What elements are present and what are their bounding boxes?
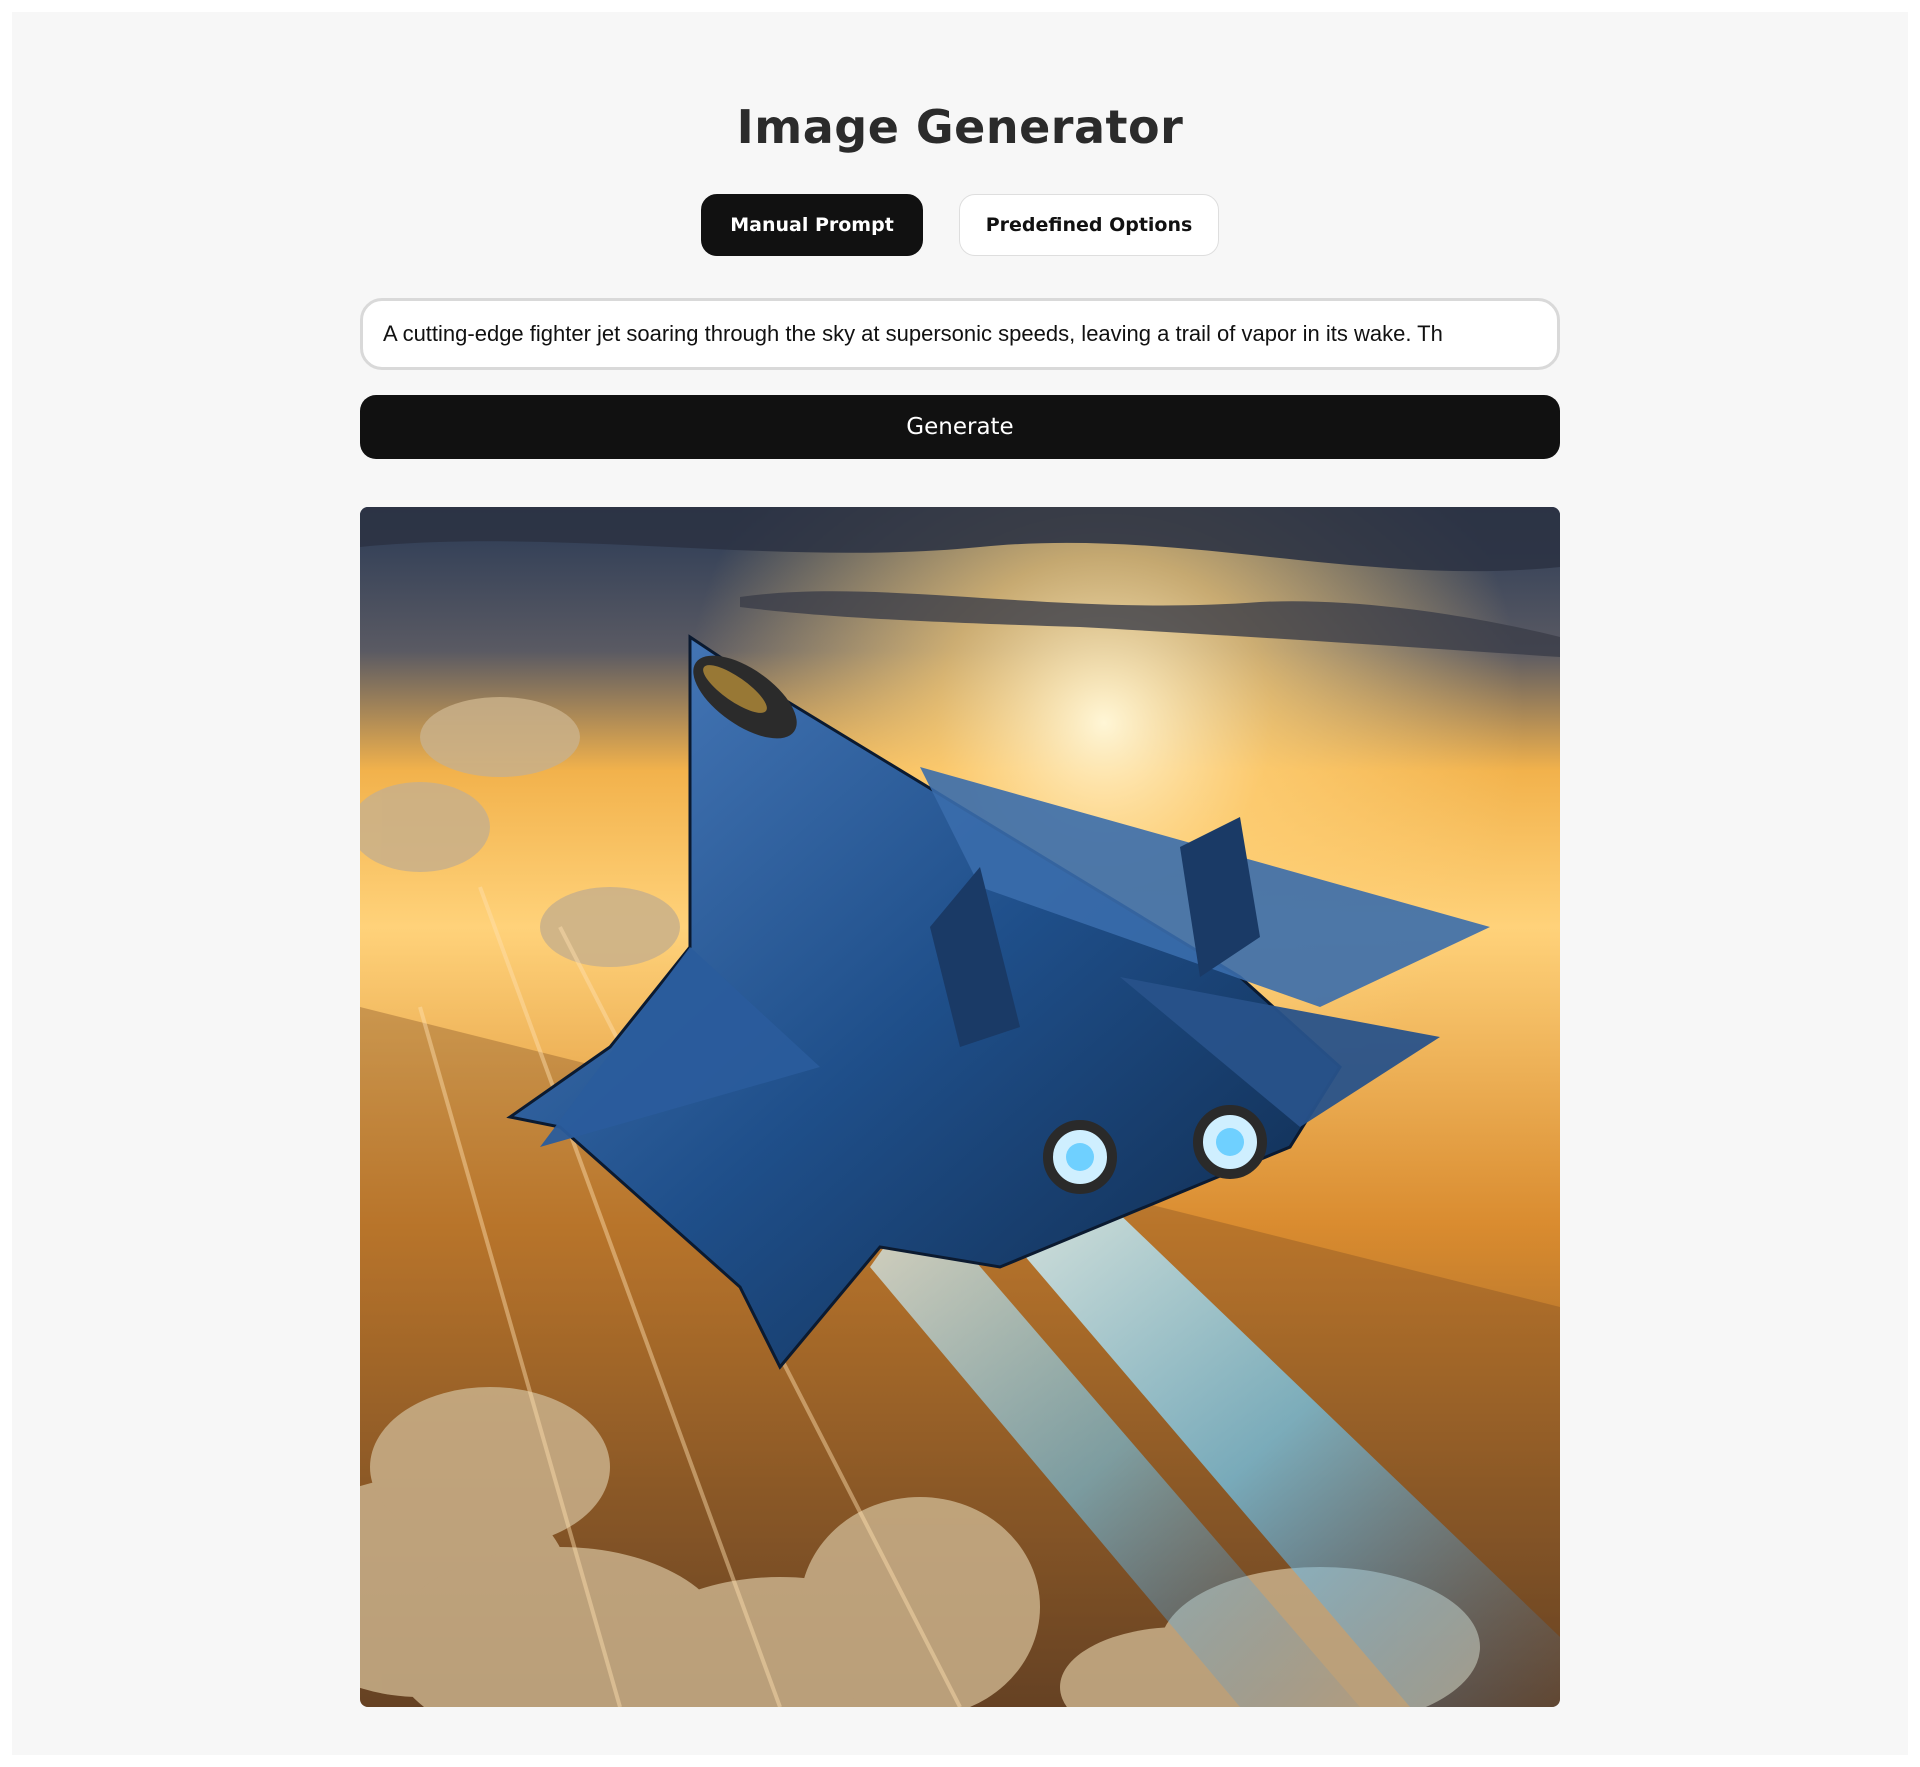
tab-manual-prompt[interactable]: Manual Prompt (701, 194, 923, 256)
generated-image-illustration (360, 507, 1560, 1707)
page-title: Image Generator (736, 100, 1184, 154)
generated-image (360, 507, 1560, 1707)
app-page: Image Generator Manual Prompt Predefined… (12, 12, 1908, 1755)
prompt-input[interactable] (360, 298, 1560, 370)
tab-predefined-options[interactable]: Predefined Options (959, 194, 1219, 256)
generate-button[interactable]: Generate (360, 395, 1560, 459)
mode-tabs: Manual Prompt Predefined Options (12, 194, 1908, 256)
